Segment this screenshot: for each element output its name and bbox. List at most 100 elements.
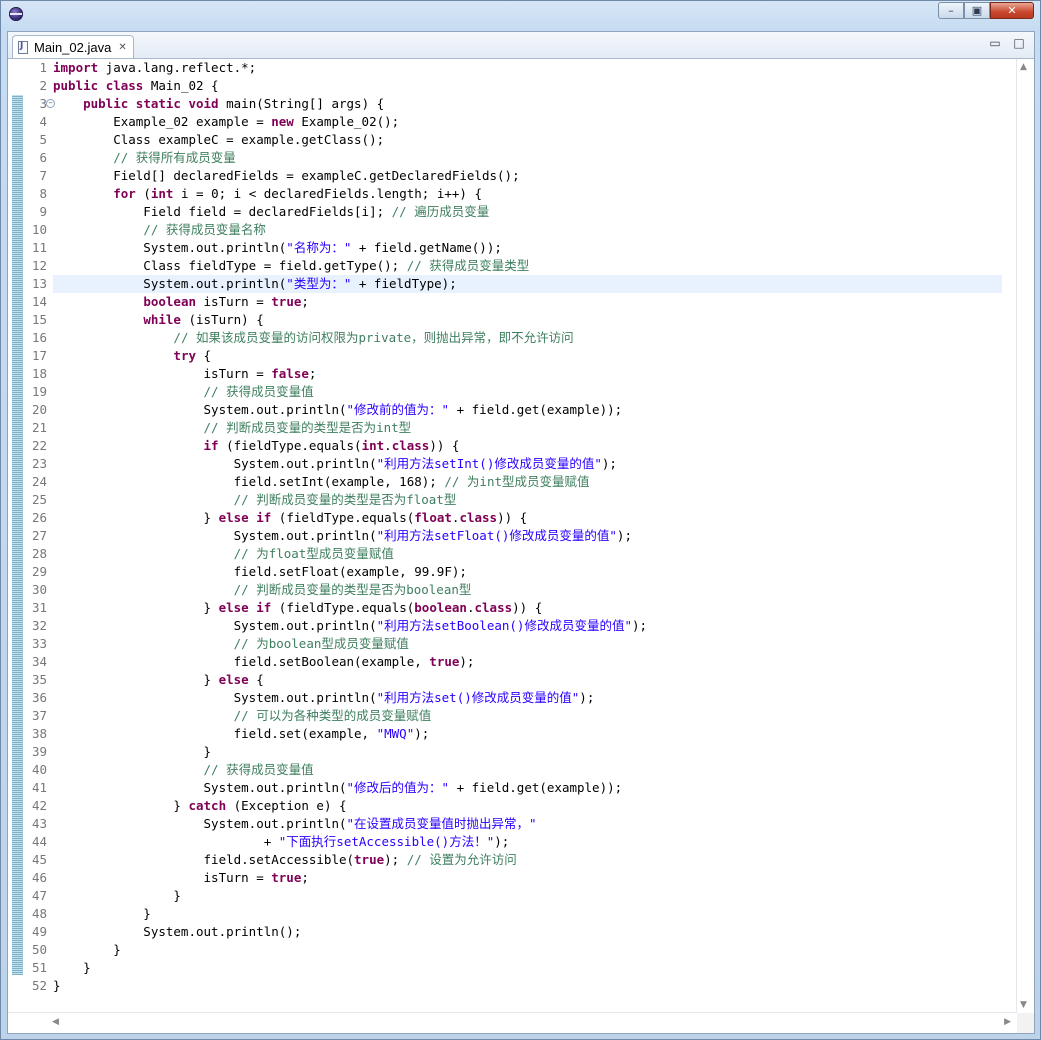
- code-line[interactable]: 40 // 获得成员变量值: [8, 761, 1002, 779]
- code-line[interactable]: 7 Field[] declaredFields = exampleC.getD…: [8, 167, 1002, 185]
- code-line[interactable]: 17 try {: [8, 347, 1002, 365]
- code-line[interactable]: 42 } catch (Exception e) {: [8, 797, 1002, 815]
- eclipse-app-icon: [9, 7, 23, 21]
- line-number: 34: [31, 654, 47, 669]
- scroll-right-icon[interactable]: ▶: [1004, 1017, 1011, 1027]
- code-line[interactable]: 36 System.out.println("利用方法set()修改成员变量的值…: [8, 689, 1002, 707]
- code-line[interactable]: 1 import java.lang.reflect.*;: [8, 59, 1002, 77]
- code-line[interactable]: 11 System.out.println("名称为：" + field.get…: [8, 239, 1002, 257]
- code-line[interactable]: 48 }: [8, 905, 1002, 923]
- code-editor[interactable]: 1 import java.lang.reflect.*; 2 public clas…: [8, 59, 1034, 1013]
- code-line[interactable]: 6 // 获得所有成员变量: [8, 149, 1002, 167]
- code-line[interactable]: 8 for (int i = 0; i < declaredFields.len…: [8, 185, 1002, 203]
- code-line[interactable]: 20 System.out.println("修改前的值为：" + field.…: [8, 401, 1002, 419]
- java-file-icon: [18, 40, 28, 54]
- code-line[interactable]: 33 // 为boolean型成员变量赋值: [8, 635, 1002, 653]
- code-line[interactable]: 34 field.setBoolean(example, true);: [8, 653, 1002, 671]
- code-line[interactable]: 26 } else if (fieldType.equals(float.cla…: [8, 509, 1002, 527]
- code-line[interactable]: 25 // 判断成员变量的类型是否为float型: [8, 491, 1002, 509]
- editor-panel: Main_02.java ✕ ▭ □ 1 import java.lang.ref…: [7, 31, 1035, 1034]
- code-text: public static void main(String[] args) {: [83, 96, 385, 111]
- vertical-scrollbar[interactable]: ▲ ▼: [1016, 59, 1034, 1013]
- maximize-editor-icon[interactable]: □: [1012, 36, 1026, 50]
- horizontal-scrollbar[interactable]: ◀ ▶: [8, 1012, 1017, 1033]
- minimize-editor-icon[interactable]: ▭: [988, 36, 1002, 50]
- editor-tab-bar: Main_02.java ✕ ▭ □: [8, 32, 1034, 59]
- code-text: System.out.println("修改后的值为：" + field.get…: [53, 780, 623, 795]
- code-line[interactable]: 32 System.out.println("利用方法setBoolean()修…: [8, 617, 1002, 635]
- tab-close-icon[interactable]: ✕: [118, 42, 126, 53]
- line-number: 22: [31, 438, 47, 453]
- line-number: 52: [31, 978, 47, 993]
- code-line[interactable]: 4 Example_02 example = new Example_02();: [8, 113, 1002, 131]
- title-bar[interactable]: – ▣ ✕: [1, 1, 1040, 27]
- code-text: }: [53, 744, 212, 759]
- code-line[interactable]: 50 }: [8, 941, 1002, 959]
- code-line[interactable]: 12 Class fieldType = field.getType(); //…: [8, 257, 1002, 275]
- line-number: 46: [31, 870, 47, 885]
- code-line[interactable]: 35 } else {: [8, 671, 1002, 689]
- code-line[interactable]: 21 // 判断成员变量的类型是否为int型: [8, 419, 1002, 437]
- code-line[interactable]: 46 isTurn = true;: [8, 869, 1002, 887]
- code-text: isTurn = true;: [53, 870, 309, 885]
- code-line[interactable]: 27 System.out.println("利用方法setFloat()修改成…: [8, 527, 1002, 545]
- code-line[interactable]: 19 // 获得成员变量值: [8, 383, 1002, 401]
- line-number: 27: [31, 528, 47, 543]
- code-line[interactable]: 31 } else if (fieldType.equals(boolean.c…: [8, 599, 1002, 617]
- scroll-down-icon[interactable]: ▼: [1020, 1000, 1027, 1010]
- code-text: // 如果该成员变量的访问权限为private，则抛出异常，即不允许访问: [173, 330, 574, 345]
- code-line[interactable]: 3− public static void main(String[] args…: [8, 95, 1002, 113]
- tab-main-02-java[interactable]: Main_02.java ✕: [12, 35, 134, 58]
- code-line[interactable]: 47 }: [8, 887, 1002, 905]
- restore-window-button[interactable]: ▣: [964, 2, 990, 19]
- code-text: while (isTurn) {: [143, 312, 264, 327]
- eclipse-window: – ▣ ✕ Main_02.java ✕ ▭ □ 1 import java.la…: [0, 0, 1041, 1040]
- code-line[interactable]: 29 field.setFloat(example, 99.9F);: [8, 563, 1002, 581]
- close-window-button[interactable]: ✕: [990, 2, 1034, 19]
- code-line[interactable]: 49 System.out.println();: [8, 923, 1002, 941]
- code-text: boolean isTurn = true;: [143, 294, 309, 309]
- code-line[interactable]: 5 Class exampleC = example.getClass();: [8, 131, 1002, 149]
- line-number: 9: [39, 204, 47, 219]
- line-number: 8: [39, 186, 47, 201]
- code-text: // 获得成员变量名称: [143, 222, 266, 237]
- code-line[interactable]: 30 // 判断成员变量的类型是否为boolean型: [8, 581, 1002, 599]
- code-text: + "下面执行setAccessible()方法！");: [53, 834, 510, 849]
- line-number: 29: [31, 564, 47, 579]
- code-line[interactable]: 13 System.out.println("类型为：" + fieldType…: [8, 275, 1002, 293]
- code-line[interactable]: 41 System.out.println("修改后的值为：" + field.…: [8, 779, 1002, 797]
- code-text: // 判断成员变量的类型是否为int型: [203, 420, 412, 435]
- line-number: 45: [31, 852, 47, 867]
- code-line[interactable]: 39 }: [8, 743, 1002, 761]
- code-line[interactable]: 45 field.setAccessible(true); // 设置为允许访问: [8, 851, 1002, 869]
- code-text: // 获得所有成员变量: [113, 150, 236, 165]
- code-line[interactable]: 10 // 获得成员变量名称: [8, 221, 1002, 239]
- code-line[interactable]: 38 field.set(example, "MWQ");: [8, 725, 1002, 743]
- code-line[interactable]: 52}: [8, 977, 1002, 995]
- code-line[interactable]: 2 public class Main_02 {: [8, 77, 1002, 95]
- line-number: 12: [31, 258, 47, 273]
- scroll-left-icon[interactable]: ◀: [52, 1017, 59, 1027]
- code-line[interactable]: 22 if (fieldType.equals(int.class)) {: [8, 437, 1002, 455]
- code-line[interactable]: 24 field.setInt(example, 168); // 为int型成…: [8, 473, 1002, 491]
- code-line[interactable]: 37 // 可以为各种类型的成员变量赋值: [8, 707, 1002, 725]
- code-line[interactable]: 51 }: [8, 959, 1002, 977]
- code-line[interactable]: 23 System.out.println("利用方法setInt()修改成员变…: [8, 455, 1002, 473]
- code-line[interactable]: 14 boolean isTurn = true;: [8, 293, 1002, 311]
- code-line[interactable]: 9 Field field = declaredFields[i]; // 遍历…: [8, 203, 1002, 221]
- scroll-up-icon[interactable]: ▲: [1020, 62, 1027, 72]
- code-line[interactable]: 28 // 为float型成员变量赋值: [8, 545, 1002, 563]
- code-line[interactable]: 16 // 如果该成员变量的访问权限为private，则抛出异常，即不允许访问: [8, 329, 1002, 347]
- code-text: } else if (fieldType.equals(boolean.clas…: [53, 600, 543, 615]
- line-number: 35: [31, 672, 47, 687]
- code-line[interactable]: 44 + "下面执行setAccessible()方法！");: [8, 833, 1002, 851]
- code-text: // 获得成员变量值: [203, 762, 314, 777]
- line-number: 31: [31, 600, 47, 615]
- minimize-window-button[interactable]: –: [938, 2, 964, 19]
- code-line[interactable]: 43 System.out.println("在设置成员变量值时抛出异常，": [8, 815, 1002, 833]
- code-line[interactable]: 18 isTurn = false;: [8, 365, 1002, 383]
- code-text: } else if (fieldType.equals(float.class)…: [53, 510, 528, 525]
- code-line[interactable]: 15 while (isTurn) {: [8, 311, 1002, 329]
- code-text: System.out.println("利用方法setInt()修改成员变量的值…: [53, 456, 617, 471]
- line-number: 41: [31, 780, 47, 795]
